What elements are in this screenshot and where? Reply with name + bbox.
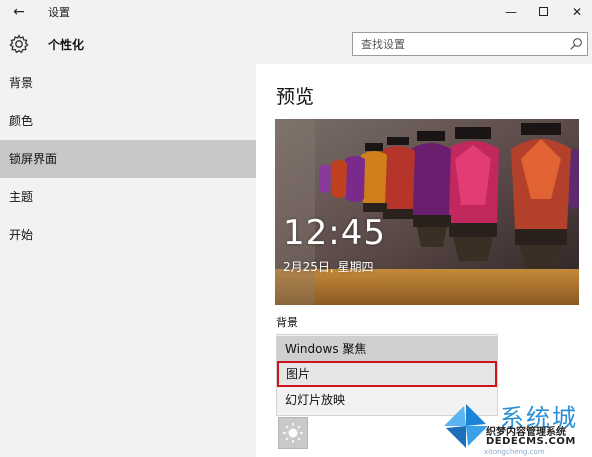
lock-clock: 12:45 <box>283 213 386 253</box>
option-windows-spotlight[interactable]: Windows 聚焦 <box>277 336 497 362</box>
lanterns-image <box>275 119 579 305</box>
sidebar-item-lock-screen[interactable]: 锁屏界面 <box>0 140 256 178</box>
maximize-button[interactable] <box>528 0 558 24</box>
back-arrow-icon[interactable]: ← <box>8 2 30 22</box>
sidebar: 背景 颜色 锁屏界面 主题 开始 <box>0 64 256 457</box>
minimize-button[interactable]: — <box>496 0 526 24</box>
preview-heading: 预览 <box>276 86 315 108</box>
maximize-icon <box>538 7 548 16</box>
sidebar-item-start[interactable]: 开始 <box>0 216 256 254</box>
sidebar-item-background[interactable]: 背景 <box>0 64 256 102</box>
page-header: 个性化 <box>0 24 592 64</box>
watermark-url: xitongcheng.com <box>484 448 545 456</box>
windows-logo-icon <box>444 404 488 448</box>
watermark-line2: DEDECMS.COM <box>486 436 576 447</box>
search-icon[interactable] <box>569 37 583 51</box>
window-title: 设置 <box>48 6 70 19</box>
search-input[interactable] <box>353 33 567 55</box>
close-button[interactable]: ✕ <box>562 0 592 24</box>
gear-icon <box>9 34 29 54</box>
search-box[interactable] <box>352 32 588 56</box>
sun-icon <box>283 423 303 443</box>
background-label: 背景 <box>276 316 298 329</box>
sun-button[interactable] <box>278 417 308 449</box>
watermark: 系统城 织梦内容管理系统 DEDECMS.COM xitongcheng.com <box>438 398 592 457</box>
title-bar: ← 设置 — ✕ <box>0 0 592 24</box>
sidebar-item-themes[interactable]: 主题 <box>0 178 256 216</box>
lock-screen-preview: 12:45 2月25日, 星期四 <box>275 119 579 305</box>
option-picture[interactable]: 图片 <box>277 361 497 387</box>
sidebar-item-colors[interactable]: 颜色 <box>0 102 256 140</box>
page-title: 个性化 <box>48 38 85 52</box>
lock-date: 2月25日, 星期四 <box>283 260 374 274</box>
